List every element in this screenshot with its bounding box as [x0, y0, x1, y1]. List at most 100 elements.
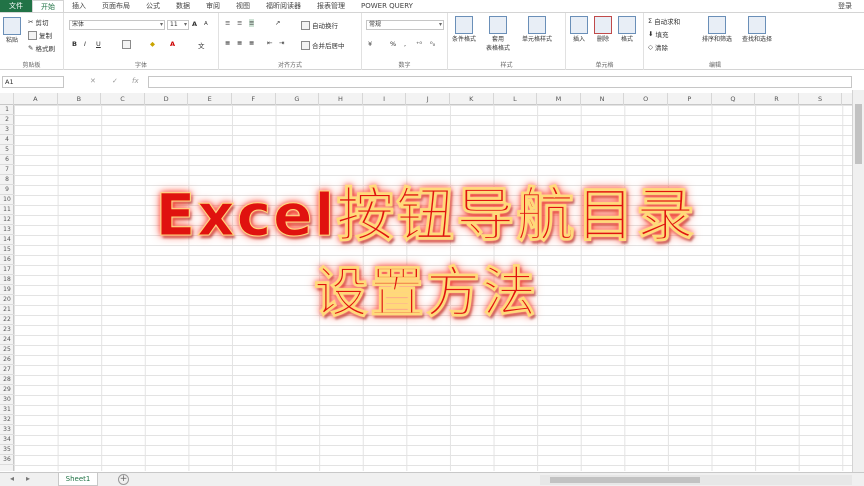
conditional-format-button[interactable]: 条件格式 [452, 16, 476, 43]
column-header[interactable]: D [145, 93, 189, 105]
insert-cells-button[interactable]: 插入 [570, 16, 588, 43]
merge-center-button[interactable]: 合并后居中 [301, 40, 345, 50]
row-header[interactable]: 30 [0, 395, 14, 405]
column-header[interactable]: F [232, 93, 276, 105]
find-select-button[interactable]: 查找和选择 [742, 16, 772, 43]
clear-button[interactable]: ◇ 清除 [648, 42, 668, 52]
font-size-select[interactable]: 11 [167, 20, 189, 30]
tab-page-layout[interactable]: 页面布局 [94, 0, 138, 12]
cell-styles-button[interactable]: 单元格样式 [522, 16, 552, 43]
row-header[interactable]: 33 [0, 425, 14, 435]
grow-font-button[interactable]: A [192, 20, 197, 28]
column-header[interactable]: H [319, 93, 363, 105]
border-button[interactable] [122, 40, 131, 49]
column-header[interactable]: I [363, 93, 407, 105]
tab-power-query[interactable]: POWER QUERY [353, 0, 421, 12]
horizontal-scrollbar[interactable] [540, 475, 852, 485]
column-header[interactable]: P [668, 93, 712, 105]
row-header[interactable]: 31 [0, 405, 14, 415]
column-header[interactable]: C [101, 93, 145, 105]
paste-button[interactable]: 粘贴 [3, 17, 21, 44]
decrease-indent-button[interactable]: ⇤ [267, 39, 272, 47]
column-header[interactable]: R [755, 93, 799, 105]
row-header[interactable]: 2 [0, 115, 14, 125]
sheet-tab-sheet1[interactable]: Sheet1 [58, 473, 98, 486]
font-color-button[interactable]: A [170, 40, 175, 48]
name-box[interactable]: A1 [2, 76, 64, 88]
function-icon[interactable]: fx [132, 77, 139, 85]
row-header[interactable]: 29 [0, 385, 14, 395]
increase-indent-button[interactable]: ⇥ [279, 39, 284, 47]
align-left-button[interactable]: ≣ [225, 39, 230, 47]
align-right-button[interactable]: ≣ [249, 39, 254, 47]
confirm-icon[interactable]: ✓ [112, 77, 118, 85]
tab-review[interactable]: 审阅 [198, 0, 228, 12]
column-header[interactable]: O [624, 93, 668, 105]
number-format-select[interactable]: 常规 [366, 20, 444, 30]
delete-cells-button[interactable]: 删除 [594, 16, 612, 43]
row-header[interactable]: 4 [0, 135, 14, 145]
vertical-scroll-thumb[interactable] [855, 104, 862, 164]
row-header[interactable]: 25 [0, 345, 14, 355]
row-header[interactable]: 28 [0, 375, 14, 385]
tab-formulas[interactable]: 公式 [138, 0, 168, 12]
formula-input[interactable] [148, 76, 852, 88]
underline-button[interactable]: U [96, 40, 101, 48]
row-header[interactable]: 5 [0, 145, 14, 155]
shrink-font-button[interactable]: A [204, 21, 208, 27]
currency-button[interactable]: ¥ [368, 40, 372, 48]
fill-button[interactable]: ⬇ 填充 [648, 29, 668, 39]
select-all-corner[interactable] [0, 93, 14, 105]
column-header[interactable]: K [450, 93, 494, 105]
row-header[interactable]: 32 [0, 415, 14, 425]
tab-home[interactable]: 开始 [32, 0, 64, 12]
align-center-button[interactable]: ≣ [237, 39, 242, 47]
tab-view[interactable]: 视图 [228, 0, 258, 12]
sort-filter-button[interactable]: 排序和筛选 [702, 16, 732, 43]
row-header[interactable]: 35 [0, 445, 14, 455]
format-cells-button[interactable]: 格式 [618, 16, 636, 43]
add-sheet-button[interactable]: + [118, 474, 129, 485]
align-bottom-button[interactable]: ≡ [249, 19, 255, 27]
increase-decimal-button[interactable]: ⁺⁰ [416, 40, 422, 48]
italic-button[interactable]: I [84, 40, 86, 48]
decrease-decimal-button[interactable]: ⁰₀ [430, 40, 435, 48]
column-header[interactable]: L [494, 93, 538, 105]
align-top-button[interactable]: ≡ [225, 19, 230, 27]
copy-button[interactable]: 复制 [28, 30, 52, 40]
column-header[interactable]: G [276, 93, 320, 105]
column-header[interactable]: A [14, 93, 58, 105]
percent-button[interactable]: % [390, 40, 396, 48]
next-sheet-icon[interactable]: ▸ [26, 474, 30, 483]
column-header[interactable]: S [799, 93, 843, 105]
row-header[interactable]: 27 [0, 365, 14, 375]
column-header[interactable]: N [581, 93, 625, 105]
tab-foxit-reader[interactable]: 福昕阅读器 [258, 0, 309, 12]
font-name-select[interactable]: 宋体 [69, 20, 165, 30]
column-header[interactable]: J [406, 93, 450, 105]
wrap-text-button[interactable]: 自动换行 [301, 20, 338, 30]
align-middle-button[interactable]: ≡ [237, 19, 242, 27]
format-painter-button[interactable]: ✎ 格式刷 [28, 43, 55, 53]
bold-button[interactable]: B [72, 40, 77, 48]
row-header[interactable]: 1 [0, 105, 14, 115]
login-link[interactable]: 登录 [838, 0, 852, 12]
fill-color-button[interactable]: ◆ [150, 40, 155, 48]
column-header[interactable]: M [537, 93, 581, 105]
format-as-table-button[interactable]: 套用 表格格式 [486, 16, 510, 52]
vertical-scrollbar[interactable] [852, 90, 864, 472]
tab-data[interactable]: 数据 [168, 0, 198, 12]
prev-sheet-icon[interactable]: ◂ [10, 474, 14, 483]
column-header[interactable]: B [58, 93, 102, 105]
row-header[interactable]: 6 [0, 155, 14, 165]
row-header[interactable]: 26 [0, 355, 14, 365]
column-header[interactable]: Q [712, 93, 756, 105]
row-header[interactable]: 34 [0, 435, 14, 445]
row-header[interactable]: 3 [0, 125, 14, 135]
tab-report-manage[interactable]: 报表管理 [309, 0, 353, 12]
tab-insert[interactable]: 插入 [64, 0, 94, 12]
orientation-button[interactable]: ↗ [275, 19, 280, 27]
row-header[interactable]: 24 [0, 335, 14, 345]
row-header[interactable]: 36 [0, 455, 14, 465]
comma-button[interactable]: , [404, 40, 406, 48]
